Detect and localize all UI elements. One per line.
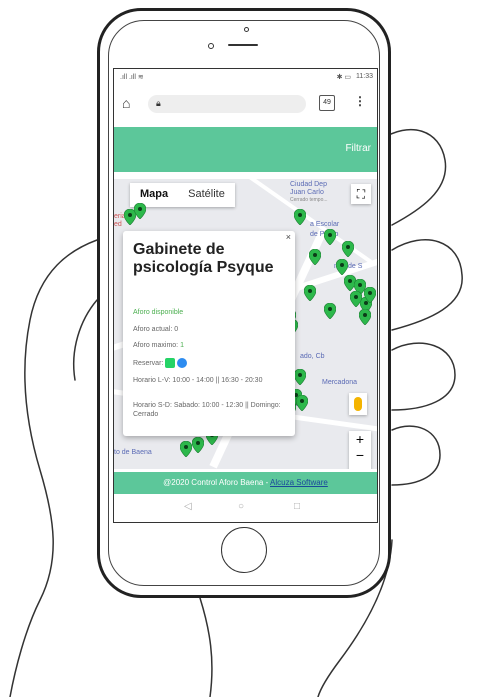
footer-copyright: @2020 Control Aforo Baena - [163,478,271,487]
map-marker-icon[interactable] [134,203,146,219]
map-marker-icon[interactable] [350,291,362,307]
site-footer: @2020 Control Aforo Baena - Alcuza Softw… [114,472,377,494]
footer-link[interactable]: Alcuza Software [270,478,328,487]
availability-status: Aforo disponible [133,309,184,316]
map-marker-icon[interactable] [364,287,376,303]
poi-label: to de Baena [114,449,152,456]
poi-label: a Escolar [310,221,340,228]
map-marker-icon[interactable] [359,309,371,325]
zoom-out-button[interactable]: − [349,447,371,463]
whatsapp-icon[interactable] [165,358,176,368]
poi-label: Cerrado tempo... [290,197,328,203]
status-bar: .ıll .ıll ≋ ✱ ▭ 11:33 [114,69,377,87]
poi-label: ed [114,221,122,228]
place-title: Gabinete de psicología Psyque [133,241,274,276]
map-marker-icon[interactable] [336,259,348,275]
satellite-tab[interactable]: Satélite [178,183,235,207]
bluetooth-icon: ✱ ▭ [336,74,351,81]
status-time: 11:33 [356,73,373,80]
browser-url-bar: ⌂ 🔒︎ 49 ⋮ [114,89,377,119]
more-vert-icon[interactable]: ⋮ [354,94,366,108]
android-nav-bar: ◁ ○ □ [114,497,377,521]
signal-icon: .ıll .ıll ≋ [120,74,144,81]
weekday-hours: Horario L-V: 10:00 - 14:00 || 16:30 - 20… [133,377,263,384]
map-marker-icon[interactable] [296,395,308,411]
home-icon[interactable]: ⌂ [122,95,130,111]
poi-label: Ciudad Dep [290,181,327,188]
zoom-control: + − [349,431,371,469]
reserve-row: Reservar: [133,358,188,368]
weekend-hours: Horario S-D: Sabado: 10:00 - 12:30 || Do… [133,402,281,418]
place-info-popup: × Gabinete de psicología Psyque Aforo di… [123,231,295,436]
map-view[interactable]: Mapa Satélite ⛶ Ciudad Dep Juan Carlo Ce… [114,179,377,469]
back-icon[interactable]: ◁ [184,501,192,512]
sensor-dot [244,27,249,32]
poi-label: Mercadona [322,379,358,386]
front-camera [208,43,214,49]
max-occupancy: Aforo maximo: 1 [133,342,184,349]
app-header: Filtrar [114,127,377,172]
poi-label: Juan Carlo [290,189,324,196]
home-nav-icon[interactable]: ○ [238,501,244,512]
current-occupancy: Aforo actual: 0 [133,326,179,333]
fullscreen-icon[interactable]: ⛶ [351,184,371,204]
pegman-icon[interactable] [349,393,367,415]
earpiece-speaker [228,44,258,46]
lock-icon: 🔒︎ [156,98,161,108]
map-marker-icon[interactable] [192,437,204,453]
close-icon[interactable]: × [286,232,291,242]
phone-icon[interactable] [177,358,188,368]
map-marker-icon[interactable] [324,229,336,245]
map-marker-icon[interactable] [342,241,354,257]
phone-screen: .ıll .ıll ≋ ✱ ▭ 11:33 ⌂ 🔒︎ 49 ⋮ Filtrar … [113,68,378,523]
recents-icon[interactable]: □ [294,501,300,512]
filter-button[interactable]: Filtrar [345,143,371,154]
poi-label: ado, Cb [300,353,325,360]
phone-home-button[interactable] [221,527,267,573]
map-marker-icon[interactable] [324,303,336,319]
max-occupancy-value: 1 [180,342,184,349]
map-marker-icon[interactable] [180,441,192,457]
max-occupancy-label: Aforo maximo: [133,342,179,349]
map-marker-icon[interactable] [294,369,306,385]
map-marker-icon[interactable] [294,209,306,225]
address-field[interactable]: 🔒︎ [148,95,306,113]
zoom-in-button[interactable]: + [349,431,371,447]
map-marker-icon[interactable] [309,249,321,265]
reserve-label: Reservar: [133,359,164,367]
tab-count-button[interactable]: 49 [319,95,335,111]
map-marker-icon[interactable] [304,285,316,301]
